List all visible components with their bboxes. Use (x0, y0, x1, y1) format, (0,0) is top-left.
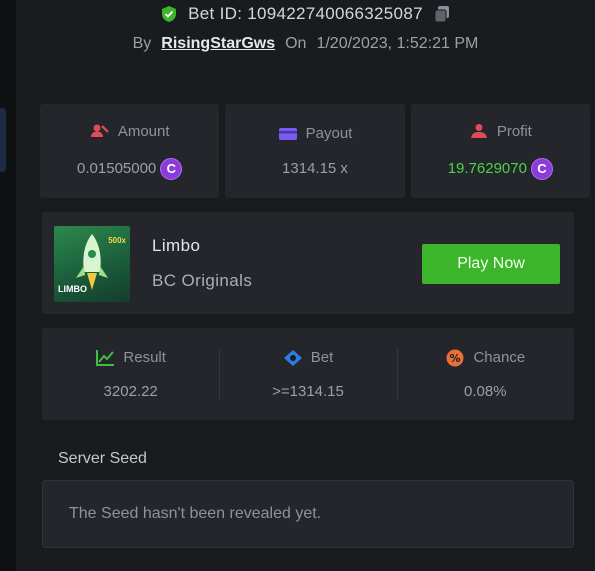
coin-icon: C (160, 157, 183, 180)
stat-profit-value-row: 19.7629070 C (447, 157, 553, 180)
server-seed-box: The Seed hasn't been revealed yet. (42, 480, 574, 548)
game-provider: BC Originals (152, 271, 253, 290)
bet-datetime: 1/20/2023, 1:52:21 PM (316, 35, 479, 52)
copy-icon[interactable] (433, 5, 451, 23)
stat-payout-value-row: 1314.15 x (282, 160, 348, 177)
percent-icon: % (446, 349, 464, 366)
username-link[interactable]: RisingStarGws (161, 35, 275, 53)
play-now-button[interactable]: Play Now (422, 244, 560, 284)
stat-amount-value: 0.01505000 (77, 160, 157, 177)
bet-header: Bet (283, 349, 334, 367)
bet-stats: Amount 0.01505000 C Payout 1314.15 x Pro… (40, 104, 590, 198)
stat-profit-label: Profit (496, 122, 532, 140)
profit-icon (470, 124, 487, 138)
bet-cell: Bet >=1314.15 (219, 328, 396, 420)
bet-value: >=1314.15 (272, 382, 344, 400)
stat-payout-label: Payout (305, 125, 353, 142)
stat-profit: Profit 19.7629070 C (410, 104, 590, 198)
server-seed-message: The Seed hasn't been revealed yet. (69, 505, 322, 522)
bet-results: Result 3202.22 Bet >=1314.15 % Chance 0.… (42, 328, 574, 420)
chance-header: % Chance (445, 349, 525, 367)
result-cell: Result 3202.22 (42, 328, 219, 420)
left-edge-strip (0, 0, 16, 571)
result-header: Result (95, 349, 166, 367)
coin-icon: C (530, 157, 553, 180)
svg-text:%: % (450, 352, 461, 365)
thumb-label: LIMBO (58, 284, 87, 294)
on-label: On (285, 35, 307, 52)
stat-amount-header: Amount (90, 123, 170, 140)
bet-label: Bet (310, 349, 334, 366)
game-name: Limbo (152, 236, 201, 255)
amount-icon (90, 124, 109, 137)
stat-profit-header: Profit (469, 123, 532, 140)
by-label: By (132, 35, 152, 52)
chart-trend-icon (96, 349, 115, 366)
server-seed-label: Server Seed (58, 450, 147, 467)
stat-payout: Payout 1314.15 x (225, 104, 405, 198)
result-value: 3202.22 (103, 382, 158, 400)
game-card: 500x LIMBO Limbo BC Originals Play Now (42, 212, 574, 314)
chance-label: Chance (473, 349, 526, 366)
result-label: Result (123, 349, 166, 366)
bet-id: Bet ID: 109422740066325087 (188, 4, 423, 23)
stat-amount: Amount 0.01505000 C (40, 104, 220, 198)
stat-payout-header: Payout (278, 125, 353, 142)
stat-amount-value-row: 0.01505000 C (77, 157, 183, 180)
bet-author-row: By RisingStarGws On 1/20/2023, 1:52:21 P… (16, 32, 595, 56)
wallet-icon (278, 127, 297, 140)
left-edge-tab[interactable] (0, 108, 6, 172)
stat-amount-label: Amount (117, 122, 170, 140)
target-icon (283, 349, 302, 366)
chance-value: 0.08% (464, 382, 507, 400)
chance-cell: % Chance 0.08% (396, 328, 574, 420)
stat-profit-value: 19.7629070 (447, 160, 527, 177)
shield-check-icon (162, 6, 177, 22)
game-thumbnail[interactable]: 500x LIMBO (54, 226, 130, 302)
bet-id-row: Bet ID: 109422740066325087 (16, 0, 595, 28)
thumb-badge: 500x (108, 236, 126, 245)
stat-payout-value: 1314.15 x (282, 160, 348, 177)
